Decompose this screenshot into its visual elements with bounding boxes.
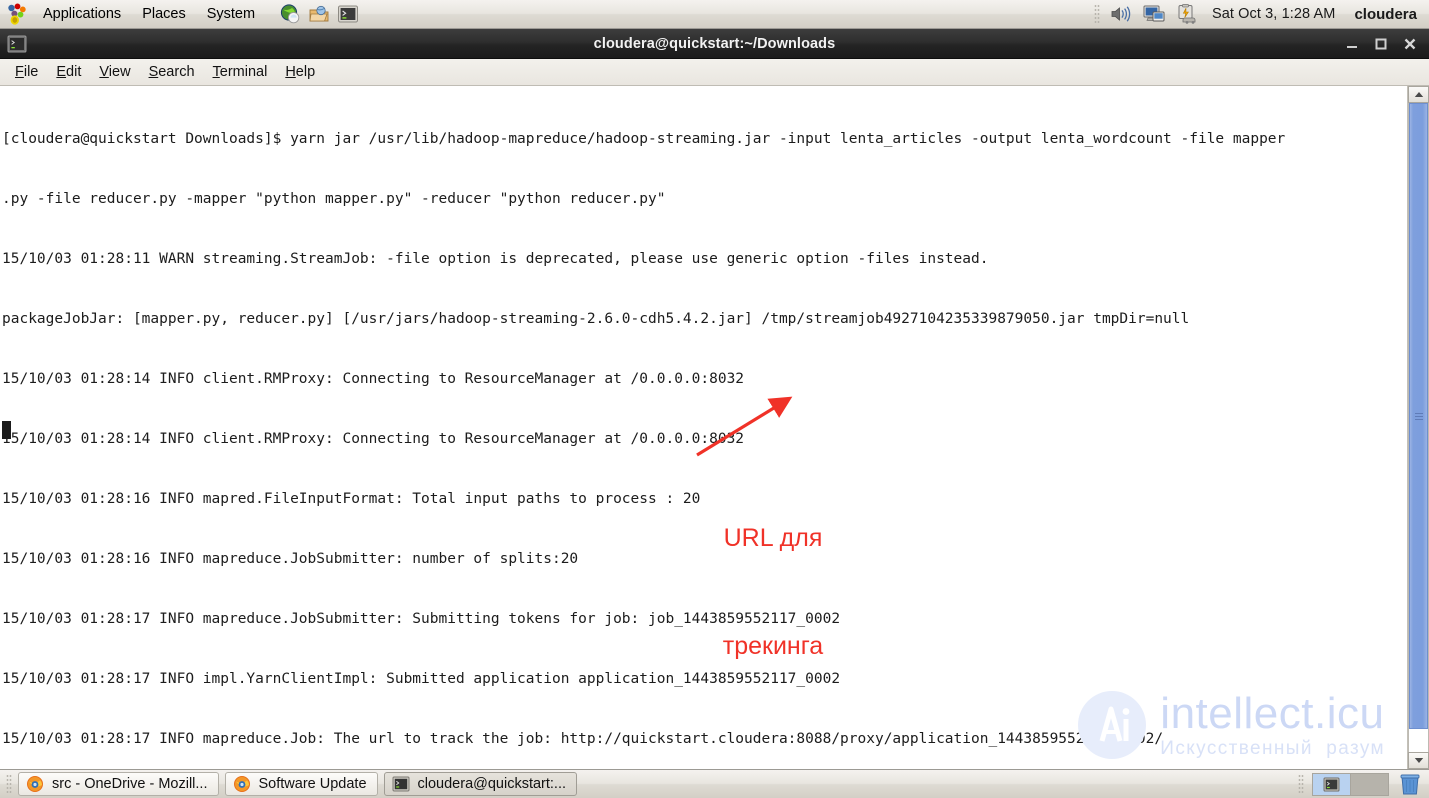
window-titlebar[interactable]: cloudera@quickstart:~/Downloads: [0, 29, 1429, 59]
terminal-line: [cloudera@quickstart Downloads]$ yarn ja…: [2, 131, 1286, 147]
terminal-launcher-icon[interactable]: [337, 3, 359, 25]
terminal-line: 15/10/03 01:28:16 INFO mapreduce.JobSubm…: [2, 551, 579, 567]
clock[interactable]: Sat Oct 3, 1:28 AM: [1208, 6, 1340, 22]
bottom-panel-right-grip[interactable]: [1298, 774, 1304, 794]
user-menu[interactable]: cloudera: [1348, 6, 1417, 23]
terminal-line: 15/10/03 01:28:17 INFO mapreduce.JobSubm…: [2, 611, 841, 627]
window-title: cloudera@quickstart:~/Downloads: [593, 35, 836, 52]
taskbar-item-label: Software Update: [258, 776, 367, 792]
maximize-button[interactable]: [1373, 36, 1388, 51]
workspace-1[interactable]: [1313, 773, 1351, 795]
scrollbar-down-button[interactable]: [1408, 752, 1429, 769]
taskbar-item-terminal[interactable]: cloudera@quickstart:...: [383, 772, 578, 796]
terminal-output[interactable]: [cloudera@quickstart Downloads]$ yarn ja…: [0, 86, 1407, 769]
terminal-body[interactable]: [cloudera@quickstart Downloads]$ yarn ja…: [0, 86, 1429, 769]
gnome-foot-icon[interactable]: [6, 3, 28, 25]
annotation-line-2: трекинга: [722, 632, 824, 660]
update-manager-icon[interactable]: [1175, 3, 1199, 25]
trash-icon[interactable]: [1397, 772, 1423, 796]
help-menu[interactable]: Help: [276, 61, 324, 83]
edit-menu[interactable]: Edit: [47, 61, 90, 83]
network-icon[interactable]: [1142, 3, 1166, 25]
panel-menu-group: Applications Places System: [0, 0, 267, 28]
terminal-line: 15/10/03 01:28:11 WARN streaming.StreamJ…: [2, 251, 989, 267]
taskbar-item-label: src - OneDrive - Mozill...: [52, 776, 208, 792]
search-menu-mnemonic: S: [148, 64, 159, 80]
search-menu-rest: earch: [158, 64, 195, 80]
search-menu[interactable]: Search: [140, 61, 204, 83]
places-menu[interactable]: Places: [136, 3, 192, 25]
scrollbar-thumb[interactable]: [1409, 103, 1428, 730]
view-menu[interactable]: View: [90, 61, 139, 83]
taskbar-item-label: cloudera@quickstart:...: [417, 776, 567, 792]
block-cursor: [2, 421, 11, 439]
edit-menu-mnemonic: E: [56, 64, 67, 80]
firefox-icon: [26, 775, 44, 793]
terminal-line: .py -file reducer.py -mapper "python map…: [2, 191, 666, 207]
taskbar-item-firefox-onedrive[interactable]: src - OneDrive - Mozill...: [18, 772, 219, 796]
system-menu[interactable]: System: [201, 3, 261, 25]
terminal-line: 15/10/03 01:28:14 INFO client.RMProxy: C…: [2, 431, 745, 447]
workspace-2[interactable]: [1351, 773, 1388, 795]
terminal-menu-rest: erminal: [219, 64, 268, 80]
terminal-icon: [392, 775, 410, 793]
menubar: File Edit View Search Terminal Help: [0, 59, 1429, 86]
terminal-menu-mnemonic: T: [212, 64, 220, 80]
terminal-line: 15/10/03 01:28:17 INFO mapreduce.Job: Th…: [2, 731, 1164, 747]
minimize-button[interactable]: [1344, 36, 1359, 51]
help-menu-mnemonic: H: [285, 64, 296, 80]
window-controls: [1344, 36, 1429, 51]
terminal-line: 15/10/03 01:28:17 INFO impl.YarnClientIm…: [2, 671, 841, 687]
bottom-panel-grip[interactable]: [6, 774, 12, 794]
panel-tray: Sat Oct 3, 1:28 AM cloudera: [1093, 0, 1429, 28]
volume-icon[interactable]: [1109, 3, 1133, 25]
applications-menu[interactable]: Applications: [37, 3, 127, 25]
bottom-panel: src - OneDrive - Mozill... Software Upda…: [0, 769, 1429, 798]
firefox-browser-launcher-icon[interactable]: [279, 3, 301, 25]
taskbar-item-software-update[interactable]: Software Update: [224, 772, 378, 796]
view-menu-mnemonic: V: [99, 64, 109, 80]
file-menu-rest: ile: [23, 64, 39, 80]
top-panel: Applications Places System Sat Oct 3, 1:…: [0, 0, 1429, 29]
panel-grip-handle[interactable]: [1093, 4, 1100, 24]
edit-menu-rest: dit: [66, 64, 82, 80]
close-button[interactable]: [1402, 36, 1417, 51]
terminal-line: 15/10/03 01:28:16 INFO mapred.FileInputF…: [2, 491, 701, 507]
bottom-panel-right: [1298, 770, 1423, 798]
terminal-menu[interactable]: Terminal: [204, 61, 277, 83]
scrollbar-grip: [1414, 412, 1423, 420]
terminal-scrollbar[interactable]: [1407, 86, 1429, 769]
terminal-window: cloudera@quickstart:~/Downloads File Edi…: [0, 29, 1429, 769]
scrollbar-track[interactable]: [1408, 103, 1429, 752]
watermark-texts: intellect.icu Искусственный разум: [1160, 691, 1385, 759]
view-menu-rest: iew: [108, 64, 131, 80]
panel-launchers: [279, 3, 359, 25]
ai-circle-logo-icon: [1078, 691, 1147, 759]
file-menu-mnemonic: F: [15, 64, 24, 80]
workspace-switcher[interactable]: [1312, 772, 1389, 796]
file-manager-launcher-icon[interactable]: [308, 3, 330, 25]
red-arrow-up-right-icon: [696, 396, 793, 457]
file-menu[interactable]: File: [6, 61, 47, 83]
terminal-icon: [7, 35, 27, 53]
terminal-line: packageJobJar: [mapper.py, reducer.py] […: [2, 311, 1190, 327]
watermark: intellect.icu Искусственный разум: [1076, 689, 1385, 761]
terminal-line: 15/10/03 01:28:14 INFO client.RMProxy: C…: [2, 371, 745, 387]
scrollbar-up-button[interactable]: [1408, 86, 1429, 103]
help-menu-rest: elp: [295, 64, 316, 80]
firefox-icon: [233, 775, 251, 793]
